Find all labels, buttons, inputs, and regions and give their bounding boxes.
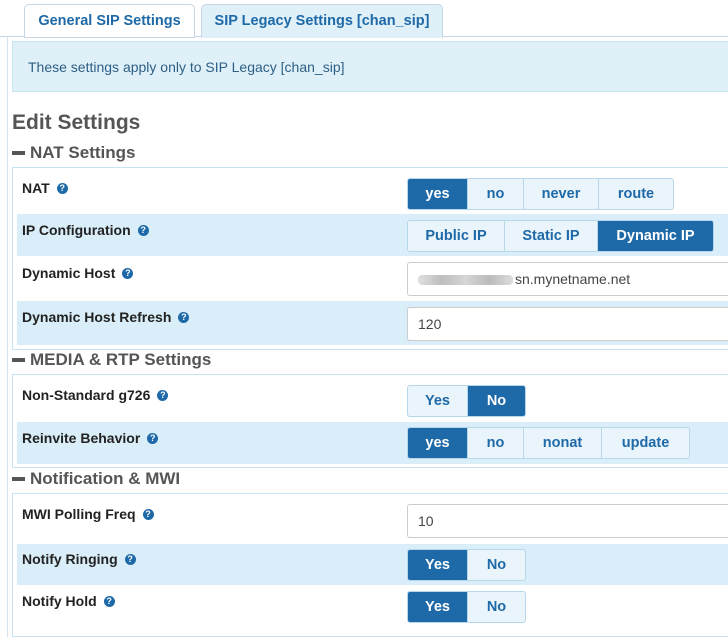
nat-option-never[interactable]: never (524, 179, 599, 209)
question-circle-icon[interactable]: ? (103, 595, 115, 607)
ip-option-static[interactable]: Static IP (505, 221, 598, 251)
section-title: MEDIA & RTP Settings (30, 350, 212, 369)
g726-button-group: Yes No (407, 385, 526, 417)
g726-option-yes[interactable]: Yes (408, 386, 468, 416)
page-title: Edit Settings (12, 111, 141, 134)
reinvite-row: Reinvite Behavior ? yes no nonat update (17, 422, 728, 464)
dynamic-host-input[interactable]: sn.mynetname.net (407, 262, 728, 296)
notify-hold-label: Notify Hold (22, 593, 97, 609)
ip-option-dynamic[interactable]: Dynamic IP (598, 221, 713, 251)
ringing-option-no[interactable]: No (468, 550, 525, 580)
dynamic-host-refresh-input[interactable]: 120 (407, 307, 728, 341)
reinvite-option-nonat[interactable]: nonat (524, 428, 602, 458)
nat-option-yes[interactable]: yes (408, 179, 468, 209)
minus-icon (12, 358, 25, 362)
question-circle-icon[interactable]: ? (56, 182, 68, 194)
notify-ringing-row: Notify Ringing ? Yes No (17, 544, 728, 585)
mwi-label: MWI Polling Freq (22, 506, 136, 522)
nat-label: NAT (22, 180, 50, 196)
notify-hold-button-group: Yes No (407, 591, 526, 623)
media-section-panel: Non-Standard g726 ? Yes No Reinvite Beha… (12, 374, 728, 468)
nat-row: NAT ? yes no never route (17, 168, 728, 212)
dynamic-host-refresh-row: Dynamic Host Refresh ? 120 (17, 301, 728, 345)
hold-option-yes[interactable]: Yes (408, 592, 468, 622)
question-circle-icon[interactable]: ? (137, 224, 149, 236)
g726-row: Non-Standard g726 ? Yes No (17, 375, 728, 419)
ip-option-public[interactable]: Public IP (408, 221, 505, 251)
tab-general-sip-settings[interactable]: General SIP Settings (24, 4, 195, 38)
section-title: Notification & MWI (30, 469, 181, 488)
reinvite-label: Reinvite Behavior (22, 430, 141, 446)
ip-configuration-button-group: Public IP Static IP Dynamic IP (407, 220, 714, 252)
notify-ringing-label: Notify Ringing (22, 551, 118, 567)
g726-label: Non-Standard g726 (22, 387, 151, 403)
section-title: NAT Settings (30, 143, 136, 162)
ip-configuration-label: IP Configuration (22, 222, 131, 238)
nat-option-no[interactable]: no (468, 179, 524, 209)
question-circle-icon[interactable]: ? (124, 553, 136, 565)
notify-hold-row: Notify Hold ? Yes No (17, 586, 728, 628)
nat-section-header[interactable]: NAT Settings (12, 143, 135, 163)
reinvite-option-no[interactable]: no (468, 428, 524, 458)
media-section-header[interactable]: MEDIA & RTP Settings (12, 350, 211, 370)
tab-bar: General SIP Settings SIP Legacy Settings… (0, 0, 728, 38)
content-border (7, 37, 8, 637)
question-circle-icon[interactable]: ? (147, 432, 159, 444)
question-circle-icon[interactable]: ? (157, 389, 169, 401)
mwi-row: MWI Polling Freq ? 10 (17, 494, 728, 540)
dynamic-host-row: Dynamic Host ? sn.mynetname.net (17, 258, 728, 298)
dynamic-host-label: Dynamic Host (22, 265, 116, 281)
reinvite-button-group: yes no nonat update (407, 427, 690, 459)
dynamic-host-refresh-label: Dynamic Host Refresh (22, 309, 172, 325)
info-alert: These settings apply only to SIP Legacy … (12, 41, 728, 92)
ip-configuration-row: IP Configuration ? Public IP Static IP D… (17, 214, 728, 256)
tab-sip-legacy-settings[interactable]: SIP Legacy Settings [chan_sip] (201, 4, 443, 38)
nat-section-panel: NAT ? yes no never route IP Configuratio… (12, 167, 728, 350)
notification-section-header[interactable]: Notification & MWI (12, 469, 180, 489)
hold-option-no[interactable]: No (468, 592, 525, 622)
ringing-option-yes[interactable]: Yes (408, 550, 468, 580)
nat-button-group: yes no never route (407, 178, 674, 210)
reinvite-option-yes[interactable]: yes (408, 428, 468, 458)
question-circle-icon[interactable]: ? (142, 508, 154, 520)
g726-option-no[interactable]: No (468, 386, 525, 416)
minus-icon (12, 477, 25, 481)
question-circle-icon[interactable]: ? (178, 311, 190, 323)
minus-icon (12, 151, 25, 155)
notify-ringing-button-group: Yes No (407, 549, 526, 581)
reinvite-option-update[interactable]: update (602, 428, 689, 458)
redacted-text (418, 275, 513, 286)
nat-option-route[interactable]: route (599, 179, 673, 209)
notification-section-panel: MWI Polling Freq ? 10 Notify Ringing ? Y… (12, 493, 728, 637)
mwi-polling-freq-input[interactable]: 10 (407, 504, 728, 538)
question-circle-icon[interactable]: ? (122, 267, 134, 279)
